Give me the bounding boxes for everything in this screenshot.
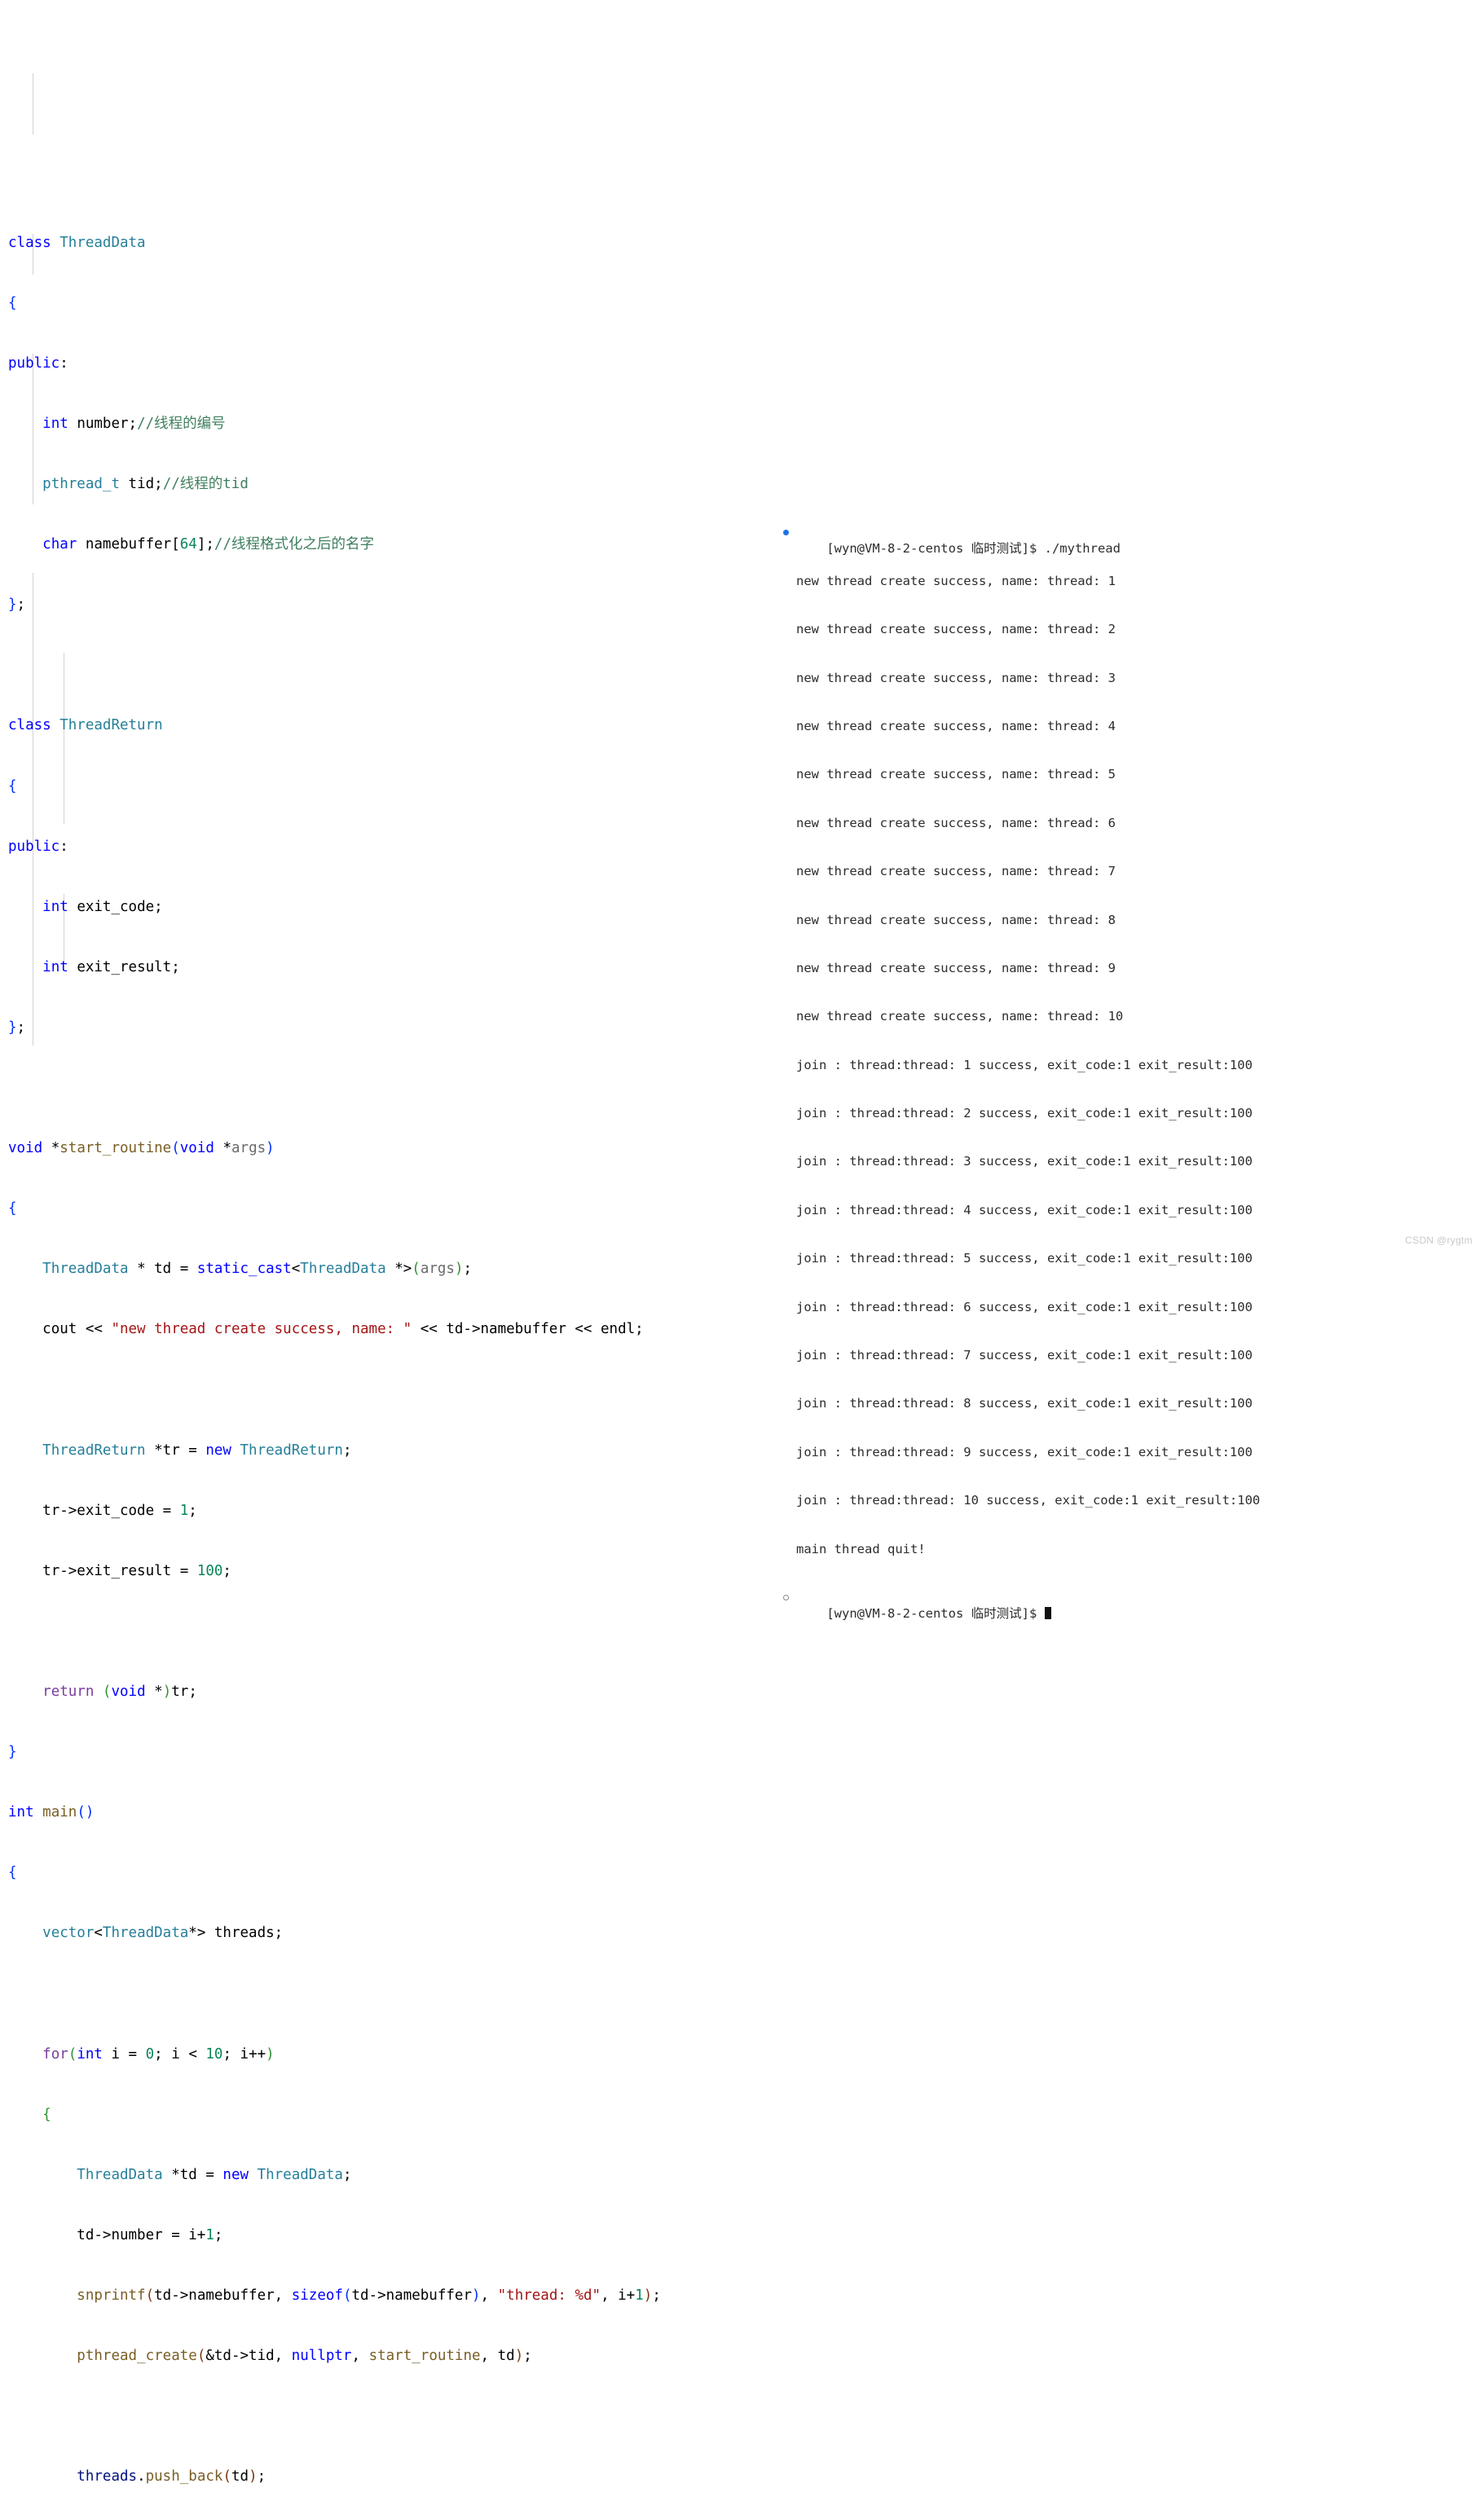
watermark-text: CSDN @rygtm (1405, 1235, 1473, 1246)
terminal-line-text: join : thread:thread: 5 success, exit_co… (796, 1251, 1253, 1266)
code-line: int number;//线程的编号 (42, 416, 226, 433)
terminal-line: new thread create success, name: thread:… (778, 719, 1349, 735)
terminal-line-text: new thread create success, name: thread:… (796, 864, 1116, 879)
code-line: vector<ThreadData*> threads; (42, 1925, 284, 1942)
terminal-line: new thread create success, name: thread:… (778, 671, 1349, 687)
code-line: td->number = i+1; (77, 2226, 223, 2243)
terminal-line-text: main thread quit! (796, 1541, 926, 1556)
terminal-line: main thread quit! (778, 1542, 1349, 1558)
code-line: { (42, 2106, 51, 2123)
terminal-line-text: new thread create success, name: thread:… (796, 622, 1116, 637)
terminal-line-text: join : thread:thread: 8 success, exit_co… (796, 1396, 1253, 1411)
code-line: { (8, 1864, 17, 1882)
code-line: return (void *)tr; (42, 1683, 197, 1700)
code-line: for(int i = 0; i < 10; i++) (42, 2045, 275, 2063)
terminal-output-pane[interactable]: [wyn@VM-8-2-centos 临时测试]$ ./mythread new… (778, 477, 1349, 1622)
terminal-line: new thread create success, name: thread:… (778, 622, 1349, 638)
terminal-line-text: join : thread:thread: 9 success, exit_co… (796, 1444, 1253, 1459)
terminal-line: join : thread:thread: 1 success, exit_co… (778, 1058, 1349, 1074)
terminal-line-text: new thread create success, name: thread:… (796, 815, 1116, 830)
terminal-line: new thread create success, name: thread:… (778, 913, 1349, 929)
code-line: } (8, 1744, 17, 1761)
terminal-line: new thread create success, name: thread:… (778, 864, 1349, 880)
terminal-line: join : thread:thread: 3 success, exit_co… (778, 1154, 1349, 1170)
terminal-line-text: join : thread:thread: 1 success, exit_co… (796, 1057, 1253, 1072)
prompt-bullet-idle-icon (783, 1594, 789, 1600)
terminal-cursor (1044, 1606, 1051, 1619)
terminal-line: join : thread:thread: 10 success, exit_c… (778, 1493, 1349, 1509)
code-line: int main() (8, 1804, 95, 1821)
terminal-line-text: new thread create success, name: thread:… (796, 960, 1116, 975)
terminal-prompt-line-active[interactable]: [wyn@VM-8-2-centos 临时测试]$ (778, 1590, 1349, 1621)
terminal-line: new thread create success, name: thread:… (778, 574, 1349, 590)
terminal-line: new thread create success, name: thread:… (778, 767, 1349, 783)
terminal-line: join : thread:thread: 9 success, exit_co… (778, 1445, 1349, 1461)
terminal-line-text: new thread create success, name: thread:… (796, 718, 1116, 733)
terminal-line-text: join : thread:thread: 2 success, exit_co… (796, 1106, 1253, 1121)
terminal-line: join : thread:thread: 4 success, exit_co… (778, 1203, 1349, 1219)
terminal-line-text: new thread create success, name: thread:… (796, 1009, 1124, 1024)
code-line: { (8, 294, 17, 311)
terminal-line: join : thread:thread: 2 success, exit_co… (778, 1106, 1349, 1122)
code-line: public: (8, 354, 68, 372)
terminal-prompt-line: [wyn@VM-8-2-centos 临时测试]$ ./mythread (778, 525, 1349, 556)
code-line: ThreadData *td = new ThreadData; (77, 2166, 352, 2183)
terminal-line: join : thread:thread: 7 success, exit_co… (778, 1348, 1349, 1364)
terminal-line-text: new thread create success, name: thread:… (796, 767, 1116, 782)
terminal-line: new thread create success, name: thread:… (778, 816, 1349, 832)
terminal-line-text: join : thread:thread: 3 success, exit_co… (796, 1154, 1253, 1169)
terminal-line-text: new thread create success, name: thread:… (796, 573, 1116, 588)
terminal-line: join : thread:thread: 5 success, exit_co… (778, 1251, 1349, 1267)
code-line: snprintf(td->namebuffer, sizeof(td->name… (77, 2287, 661, 2304)
code-line: threads.push_back(td); (77, 2468, 266, 2485)
terminal-line: new thread create success, name: thread:… (778, 1009, 1349, 1025)
terminal-line-text: new thread create success, name: thread:… (796, 670, 1116, 685)
terminal-line-text: join : thread:thread: 4 success, exit_co… (796, 1202, 1253, 1217)
terminal-line-text: [wyn@VM-8-2-centos 临时测试]$ ./mythread (826, 541, 1121, 557)
code-line: class ThreadData (8, 234, 146, 251)
terminal-line-text: join : thread:thread: 10 success, exit_c… (796, 1493, 1261, 1508)
terminal-line: join : thread:thread: 8 success, exit_co… (778, 1396, 1349, 1412)
prompt-bullet-icon (783, 530, 789, 536)
terminal-line: join : thread:thread: 6 success, exit_co… (778, 1300, 1349, 1316)
terminal-line-text: new thread create success, name: thread:… (796, 912, 1116, 927)
terminal-line-text: join : thread:thread: 6 success, exit_co… (796, 1299, 1253, 1314)
terminal-line-text: [wyn@VM-8-2-centos 临时测试]$ (826, 1605, 1045, 1621)
code-line: pthread_create(&td->tid, nullptr, start_… (77, 2348, 532, 2365)
terminal-line: new thread create success, name: thread:… (778, 961, 1349, 977)
terminal-line-text: join : thread:thread: 7 success, exit_co… (796, 1348, 1253, 1363)
